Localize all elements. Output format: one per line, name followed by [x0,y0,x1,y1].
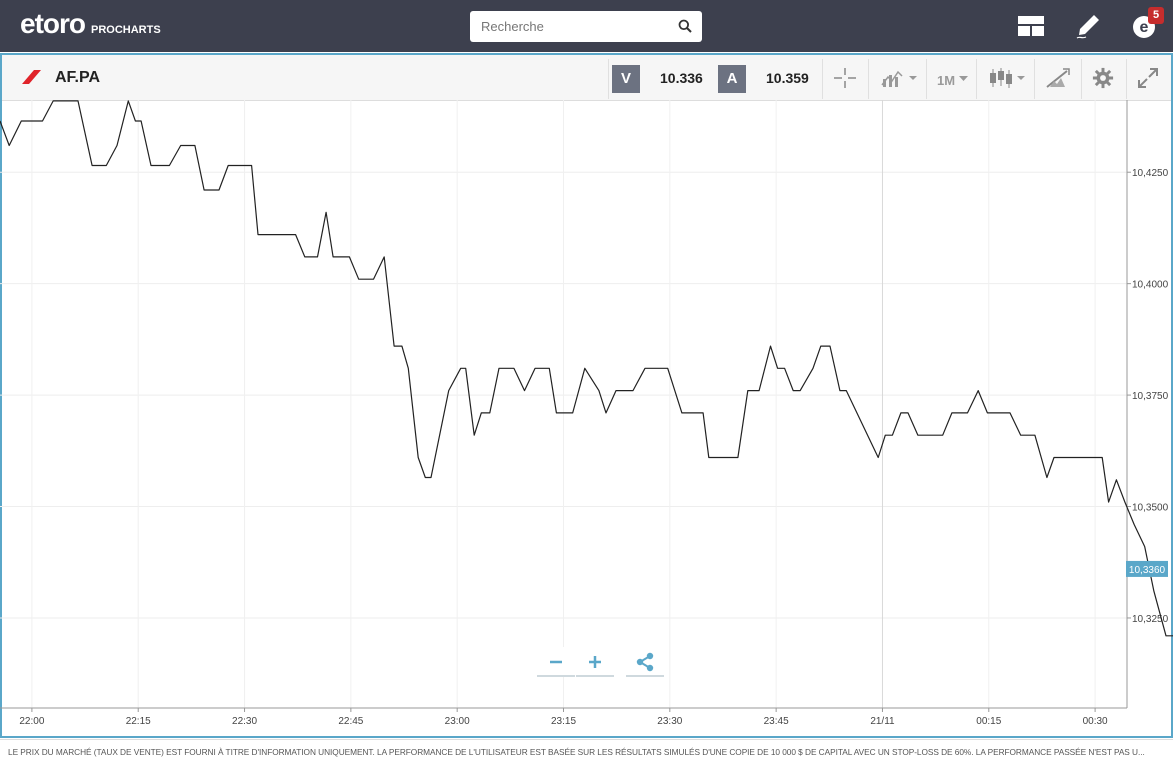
air-france-logo-icon [22,70,41,84]
last-price-label: 10,3360 [1129,565,1166,576]
search-input[interactable] [470,11,702,42]
drawing-tools-icon[interactable] [1045,67,1071,89]
logo-subtitle: PROCHARTS [91,24,161,36]
zoom-controls [537,647,667,677]
app-window: etoro PROCHARTS e 5 [0,0,1173,767]
gear-icon[interactable] [1091,67,1115,89]
disclaimer-text: LE PRIX DU MARCHÉ (TAUX DE VENTE) EST FO… [8,747,1145,757]
toolbar-divider [1034,59,1035,99]
chevron-down-icon[interactable] [959,76,968,82]
toolbar-divider [976,59,977,99]
buy-button[interactable]: A [718,65,746,93]
toolbar-divider [608,59,609,99]
sell-price[interactable]: 10.336 [660,70,703,86]
x-tick-label: 23:30 [657,716,682,727]
chart-type-icon[interactable] [880,67,922,89]
search-icon[interactable] [678,19,692,33]
x-tick-label: 22:00 [19,716,44,727]
y-tick-label: 10,3750 [1132,391,1169,402]
x-tick-label: 22:15 [126,716,151,727]
chart-canvas[interactable]: 10,425010,400010,375010,350010,325022:00… [0,100,1173,738]
footer: LE PRIX DU MARCHÉ (TAUX DE VENTE) EST FO… [0,739,1173,767]
x-tick-label: 23:15 [551,716,576,727]
price-line-series[interactable] [0,100,1173,703]
x-tick-label: 22:30 [232,716,257,727]
crosshair-icon[interactable] [832,67,858,89]
candlestick-icon[interactable] [988,67,1030,89]
period-selector[interactable]: 1M [937,73,955,95]
x-tick-label: 23:45 [764,716,789,727]
x-tick-label: 00:15 [976,716,1001,727]
share-button[interactable] [626,647,664,677]
zoom-in-icon[interactable] [576,647,614,677]
x-tick-label: 00:30 [1083,716,1108,727]
price-chart[interactable]: 10,4250 10,4000 10,3750 10,3500 10,3250 22:00… [0,100,1173,738]
y-tick-label: 10,4250 [1132,168,1169,179]
toolbar-divider [1126,59,1127,99]
expand-icon[interactable] [1137,67,1159,89]
toolbar-divider [822,59,823,99]
zoom-out-icon[interactable] [537,647,575,677]
buy-price[interactable]: 10.359 [766,70,809,86]
notification-badge[interactable]: 5 [1148,7,1164,24]
logo-text: etoro [20,8,86,39]
instrument-symbol[interactable]: AF.PA [55,69,100,87]
toolbar-divider [868,59,869,99]
chart-toolbar: AF.PA V 10.336 A 10.359 1M [2,55,1171,101]
pen-icon[interactable] [1074,12,1102,40]
layout-icon[interactable] [1017,12,1045,40]
y-tick-label: 10,3500 [1132,503,1169,514]
top-bar: etoro PROCHARTS e 5 [0,0,1173,52]
y-tick-label: 10,4000 [1132,280,1169,291]
zoom-in-button[interactable] [576,647,614,677]
search-box[interactable] [470,11,702,42]
toolbar-divider [926,59,927,99]
sell-button[interactable]: V [612,65,640,93]
x-tick-label: 21/11 [870,716,895,727]
zoom-out-button[interactable] [537,647,575,677]
x-tick-label: 22:45 [338,716,363,727]
x-tick-label: 23:00 [445,716,470,727]
share-icon[interactable] [626,647,664,677]
etoro-logo[interactable]: etoro PROCHARTS [20,9,161,39]
toolbar-divider [1081,59,1082,99]
